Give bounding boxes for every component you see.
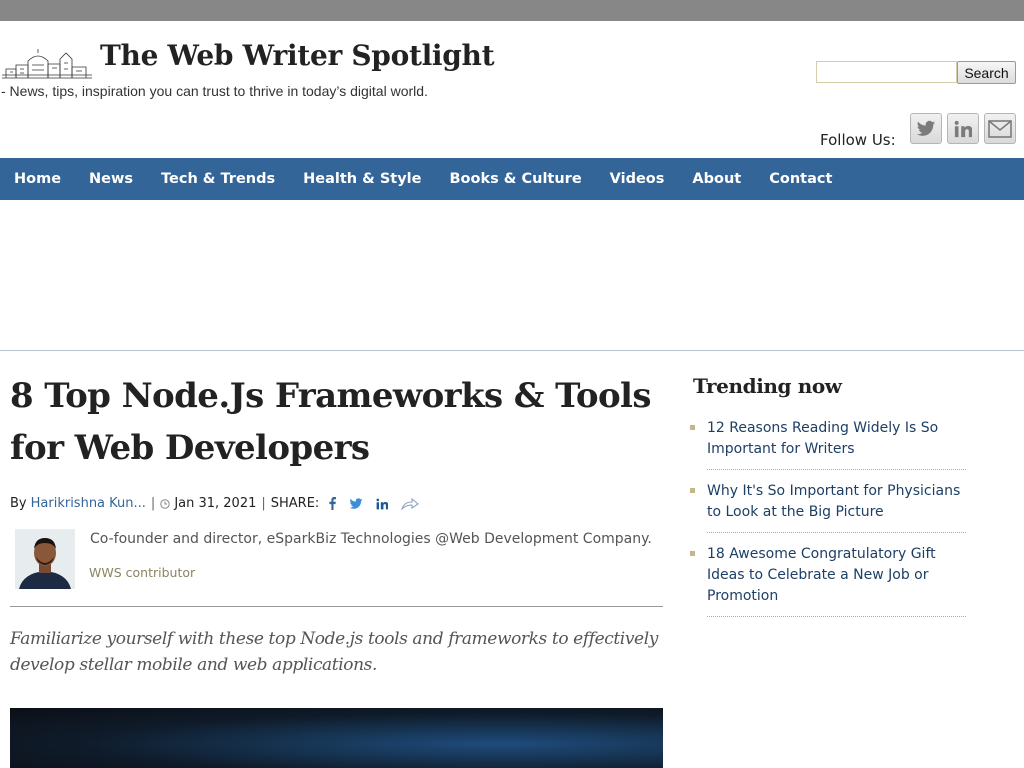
top-strip (0, 0, 1024, 21)
list-item: Why It's So Important for Physicians to … (690, 481, 970, 533)
author-avatar-image (15, 529, 75, 589)
facebook-icon (329, 497, 337, 510)
trending-link[interactable]: Why It's So Important for Physicians to … (707, 481, 970, 523)
list-item: 12 Reasons Reading Widely Is So Importan… (690, 418, 970, 470)
linkedin-follow-button[interactable] (947, 113, 979, 144)
trending-title: Trending now (693, 374, 842, 398)
twitter-icon (916, 120, 936, 136)
article-title: 8 Top Node.Js Frameworks & Tools for Web… (10, 376, 651, 468)
twitter-icon (349, 497, 363, 509)
share-more-button[interactable] (401, 497, 420, 510)
bullet-icon (690, 425, 695, 430)
author-avatar (15, 529, 75, 589)
article-date: Jan 31, 2021 (174, 496, 257, 511)
byline-separator: | (261, 496, 266, 511)
bullet-icon (690, 551, 695, 556)
clock-icon (160, 498, 171, 509)
search-input[interactable] (816, 61, 957, 83)
article-divider (10, 606, 663, 607)
list-item: 18 Awesome Congratulatory Gift Ideas to … (690, 544, 970, 617)
ad-area-divider (0, 350, 1024, 351)
share-twitter-button[interactable] (349, 497, 363, 510)
share-linkedin-button[interactable] (376, 498, 389, 510)
share-facebook-button[interactable] (329, 497, 337, 510)
author-link[interactable]: Harikrishna Kun... (31, 496, 146, 511)
logo-icon[interactable] (2, 47, 92, 79)
linkedin-icon (954, 120, 972, 137)
share-icon (401, 497, 420, 510)
trending-list: 12 Reasons Reading Widely Is So Importan… (690, 418, 970, 628)
email-follow-button[interactable] (984, 113, 1016, 144)
nav-item-home[interactable]: Home (0, 158, 75, 200)
nav-item-health-style[interactable]: Health & Style (289, 158, 435, 200)
site-tagline: - News, tips, inspiration you can trust … (1, 83, 428, 99)
mail-icon (988, 119, 1012, 138)
nav-item-contact[interactable]: Contact (755, 158, 846, 200)
site-title[interactable]: The Web Writer Spotlight (100, 39, 495, 72)
nav-item-books-culture[interactable]: Books & Culture (435, 158, 595, 200)
follow-us-label: Follow Us: (820, 131, 896, 149)
nav-item-tech-trends[interactable]: Tech & Trends (147, 158, 289, 200)
nav-item-about[interactable]: About (678, 158, 755, 200)
byline-separator: | (150, 496, 156, 511)
bullet-icon (690, 488, 695, 493)
article-dek: Familiarize yourself with these top Node… (10, 629, 658, 675)
linkedin-icon (376, 498, 389, 509)
trending-link[interactable]: 18 Awesome Congratulatory Gift Ideas to … (707, 544, 970, 607)
share-label: SHARE: (270, 496, 320, 511)
author-role: WWS contributor (89, 565, 196, 580)
main-nav: Home News Tech & Trends Health & Style B… (0, 158, 1024, 200)
site-header: The Web Writer Spotlight - News, tips, i… (0, 21, 1024, 158)
article-hero-image (10, 708, 663, 768)
author-bio: Co-founder and director, eSparkBiz Techn… (90, 531, 652, 547)
nav-item-news[interactable]: News (75, 158, 147, 200)
trending-link[interactable]: 12 Reasons Reading Widely Is So Importan… (707, 418, 970, 460)
by-label: By (10, 496, 27, 511)
twitter-follow-button[interactable] (910, 113, 942, 144)
search-button[interactable]: Search (957, 61, 1016, 84)
article-byline: By Harikrishna Kun... | Jan 31, 2021 | S… (10, 496, 420, 511)
nav-item-videos[interactable]: Videos (596, 158, 679, 200)
